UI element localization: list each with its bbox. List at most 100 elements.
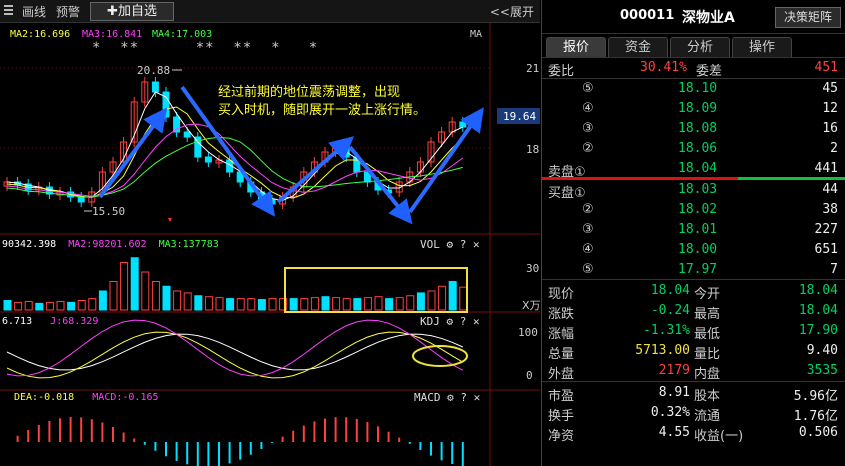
tab-funds[interactable]: 资金	[608, 37, 668, 57]
high-price-label: 20.88	[137, 64, 170, 77]
volume-bar	[151, 281, 160, 311]
bid-row: ③ 18.01 227	[582, 222, 838, 237]
volume-bar	[236, 298, 245, 311]
settings-icon[interactable]: ⚙	[447, 315, 454, 328]
bid-row: 买盘① 18.03 44	[548, 182, 838, 201]
volume-bar	[300, 298, 309, 311]
volume-bar	[332, 297, 341, 311]
price-axis-18: 18	[526, 143, 539, 156]
stat-row: 现价 18.04 今开 18.04	[548, 283, 838, 302]
volume-bar	[459, 286, 468, 311]
volume-bar	[310, 297, 319, 311]
volume-bar	[438, 285, 447, 311]
close-icon[interactable]: ✕	[474, 391, 481, 404]
volume-bar	[14, 301, 23, 311]
volume-bar	[257, 299, 266, 311]
volume-bar	[67, 301, 76, 311]
candle	[459, 121, 467, 128]
volume-bar	[342, 298, 351, 311]
ask-row: ⑤ 18.10 45	[582, 81, 838, 96]
candle	[173, 116, 181, 133]
macd-panel-name: MACD	[414, 391, 441, 404]
close-icon[interactable]: ✕	[473, 238, 480, 251]
volume-bar	[395, 297, 404, 311]
kdj-axis-100: 100	[518, 326, 538, 339]
draw-line-button[interactable]: 画线	[22, 3, 46, 20]
low-price-label: 15.50	[92, 205, 125, 218]
volume-bar	[120, 262, 129, 311]
volume-bar	[194, 295, 203, 311]
candle	[77, 196, 85, 203]
stat-row: 涨幅 -1.31% 最低 17.90	[548, 323, 838, 342]
fundamental-row: 净资 4.55 收益(一) 0.506	[548, 425, 838, 444]
volume-bar	[427, 290, 436, 311]
tab-analysis[interactable]: 分析	[670, 37, 730, 57]
weibi-row: 委比 30.41% 委差 451	[548, 60, 838, 79]
add-watchlist-button[interactable]: ✚加自选	[90, 2, 174, 21]
annotation-text: 经过前期的地位震荡调整，出现 买入时机，随即展开一波上涨行情。	[218, 85, 427, 118]
volume-bar	[448, 281, 457, 311]
ask-row: ④ 18.09 12	[582, 101, 838, 116]
volume-bar	[45, 301, 54, 311]
volume-bar	[24, 300, 33, 311]
decision-matrix-button[interactable]: 决策矩阵	[775, 7, 841, 28]
volume-bar	[98, 290, 107, 311]
kdj-panel-name: KDJ	[420, 315, 440, 328]
chart-area[interactable]: 画线 预警 ✚加自选 <<展开 20.88 15.50 21 18 19.64 …	[0, 0, 540, 466]
candle	[204, 156, 212, 163]
menu-icon[interactable]	[3, 3, 15, 18]
signal-stars: * ** ** ** * *	[92, 40, 319, 56]
fundamental-row: 换手 0.32% 流通 1.76亿	[548, 405, 838, 424]
help-icon[interactable]: ?	[460, 315, 467, 328]
macd-legend: DEA:-0.018 MACD:-0.165	[14, 392, 159, 403]
kdj-line	[6, 333, 464, 371]
candle	[151, 81, 159, 93]
current-price-tag: 19.64	[503, 110, 536, 123]
settings-icon[interactable]: ⚙	[447, 238, 454, 251]
vol-legend: 90342.398 MA2:98201.602 MA3:137783	[2, 239, 219, 250]
chart-toolbar: 画线 预警 ✚加自选 <<展开	[0, 0, 540, 23]
tab-operation[interactable]: 操作	[732, 37, 792, 57]
volume-bar	[363, 297, 372, 311]
candle	[268, 199, 276, 205]
volume-bar	[109, 281, 118, 311]
close-icon[interactable]: ✕	[473, 315, 480, 328]
stat-row: 涨跌 -0.24 最高 18.04	[548, 303, 838, 322]
bid-row: ④ 18.00 651	[582, 242, 838, 257]
stock-name: 深物业A	[682, 10, 735, 26]
tab-quote[interactable]: 报价	[546, 37, 606, 57]
kdj-line	[6, 331, 464, 379]
volume-bar	[268, 298, 277, 311]
volume-bar	[204, 296, 213, 311]
settings-icon[interactable]: ⚙	[447, 391, 454, 404]
volume-bar	[162, 285, 171, 311]
volume-bar	[35, 302, 44, 311]
help-icon[interactable]: ?	[460, 391, 467, 404]
bid-row: ② 18.02 38	[582, 202, 838, 217]
volume-bar	[88, 298, 97, 311]
volume-bar	[353, 298, 362, 311]
fundamental-row: 市盈 8.91 股本 5.96亿	[548, 385, 838, 404]
kdj-axis-0: 0	[526, 369, 533, 382]
ma4-legend: MA4:17.003	[152, 29, 213, 40]
ma-line	[6, 106, 464, 199]
bid-row: ⑤ 17.97 7	[582, 262, 838, 277]
stock-code: 000011	[620, 8, 675, 23]
expand-button[interactable]: <<展开	[490, 3, 534, 20]
vol-panel-name: VOL	[420, 238, 440, 251]
alert-button[interactable]: 预警	[56, 3, 80, 20]
stat-row: 总量 5713.00 量比 9.40	[548, 343, 838, 362]
stock-header: 000011 深物业A 决策矩阵	[542, 0, 845, 34]
vol-unit: X万	[522, 299, 540, 312]
volume-bar	[215, 297, 224, 311]
volume-bar	[416, 292, 425, 311]
vol-panel-tools: VOL ⚙ ? ✕	[420, 238, 480, 251]
ma-tag[interactable]: MA	[470, 29, 482, 40]
ma2-legend: MA2:16.696	[10, 29, 71, 40]
volume-bar	[77, 300, 86, 311]
help-icon[interactable]: ?	[460, 238, 467, 251]
kdj-line	[6, 319, 464, 377]
volume-bar	[289, 298, 298, 311]
volume-highlight-box	[284, 267, 468, 313]
volume-bar	[247, 298, 256, 311]
